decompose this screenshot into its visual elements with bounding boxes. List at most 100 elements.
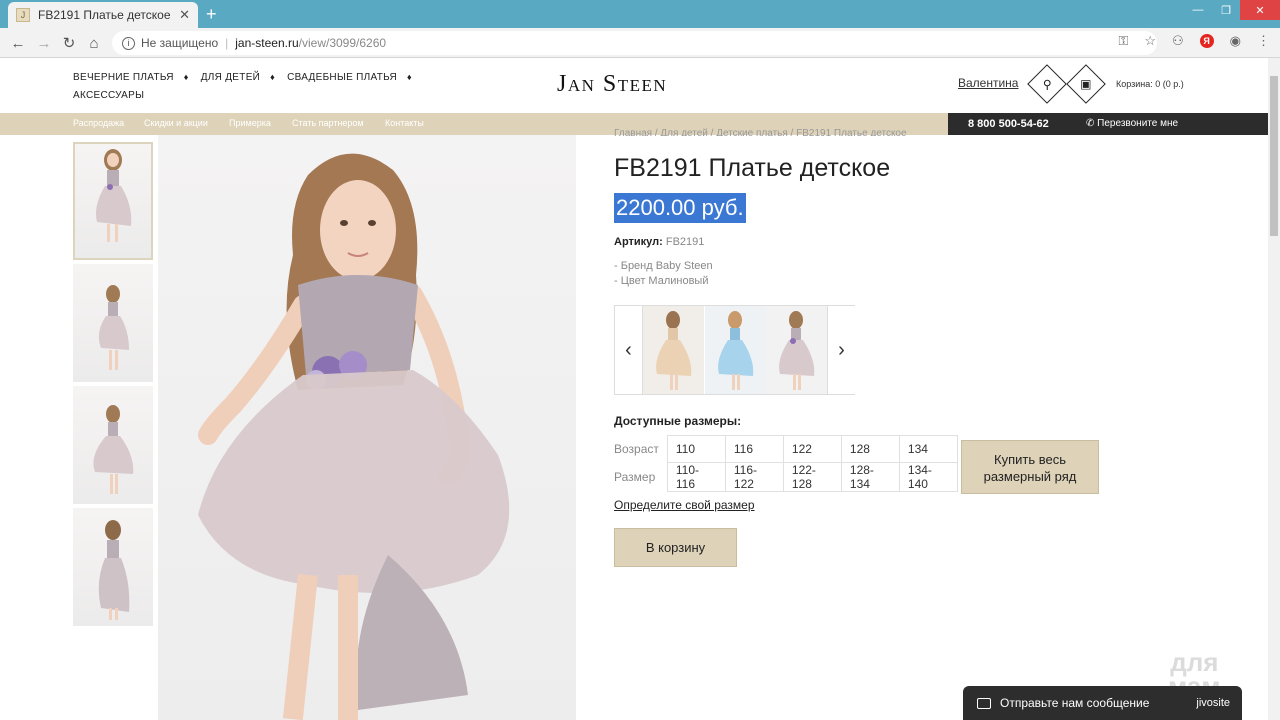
- bag-icon: ▣: [1080, 77, 1092, 91]
- size-cell[interactable]: 116-122: [724, 462, 784, 492]
- article-label: Артикул:: [614, 236, 663, 248]
- page-scrollbar[interactable]: [1268, 58, 1280, 720]
- age-cell[interactable]: 128: [840, 435, 900, 463]
- grey-dress-photo: [779, 311, 815, 390]
- browser-tab-bar: J FB2191 Платье детское Малино ✕ + — ❐ ✕: [0, 0, 1280, 28]
- subnav-fitting[interactable]: Примерка: [229, 118, 271, 128]
- user-account-link[interactable]: Валентина: [958, 76, 1018, 90]
- yandex-icon[interactable]: Я: [1199, 34, 1214, 48]
- scrollbar-thumb[interactable]: [1270, 76, 1278, 236]
- find-size-link[interactable]: Определите свой размер: [614, 498, 755, 512]
- security-label: Не защищено: [141, 36, 219, 50]
- age-cell[interactable]: 116: [724, 435, 784, 463]
- size-cell[interactable]: 110-116: [666, 462, 726, 492]
- subnav-discounts[interactable]: Скидки и акции: [144, 118, 208, 128]
- product-features: - Бренд Baby Steen - Цвет Малиновый: [614, 259, 713, 289]
- address-bar: ← → ↻ ⌂ i Не защищено | jan-steen.ru/vie…: [0, 28, 1280, 58]
- url-input[interactable]: i Не защищено | jan-steen.ru/view/3099/6…: [112, 31, 1157, 55]
- nav-kids[interactable]: Для детей: [201, 72, 260, 83]
- buy-all-sizes-button[interactable]: Купить весь размерный ряд: [961, 440, 1099, 494]
- blue-dress-photo: [718, 311, 754, 390]
- add-to-cart-button[interactable]: В корзину: [614, 528, 737, 567]
- site-header: Вечерние платья ♦ Для детей ♦ Свадебные плат…: [0, 58, 1268, 113]
- girl-in-dress-image: [198, 153, 510, 720]
- extension-icon[interactable]: ⚇: [1172, 33, 1184, 49]
- restore-icon[interactable]: ❐: [1212, 0, 1240, 20]
- product-price: 2200.00 руб.: [614, 193, 746, 223]
- variant-blue[interactable]: [705, 306, 766, 394]
- age-row: Возраст 110 116 122 128 134: [614, 435, 958, 463]
- beige-dress-photo: [656, 311, 692, 390]
- forward-arrow-icon[interactable]: →: [34, 33, 54, 53]
- main-nav: Вечерние платья ♦ Для детей ♦ Свадебные плат…: [73, 72, 412, 101]
- chat-widget[interactable]: Отправьте нам сообщение jivosite: [963, 686, 1242, 720]
- search-icon: ⚲: [1042, 76, 1052, 91]
- product-title: FB2191 Платье детское: [614, 154, 891, 182]
- extension-icons: ⚿ ☆ ⚇ Я ◉ ⋮: [1118, 33, 1280, 49]
- girl-dress-photo: [96, 149, 132, 242]
- subnav-sale[interactable]: Распродажа: [73, 118, 124, 128]
- age-label: Возраст: [614, 442, 659, 456]
- article-row: Артикул: FB2191: [614, 236, 704, 248]
- minimize-icon[interactable]: —: [1184, 0, 1212, 20]
- thumbnail-2[interactable]: [73, 264, 153, 382]
- window-close-icon[interactable]: ✕: [1240, 0, 1280, 20]
- browser-tab[interactable]: J FB2191 Платье детское Малино ✕: [8, 2, 198, 28]
- chat-brand: jivosite: [1196, 697, 1230, 709]
- cart-summary[interactable]: Корзина: 0 (0 р.): [1116, 79, 1184, 89]
- menu-icon[interactable]: ⋮: [1257, 33, 1270, 49]
- color-variants-carousel: ‹ ›: [614, 305, 855, 395]
- star-icon[interactable]: ☆: [1144, 33, 1156, 49]
- window-controls: — ❐ ✕: [1184, 0, 1280, 20]
- available-sizes-title: Доступные размеры:: [614, 414, 742, 428]
- chevron-right-icon[interactable]: ›: [827, 306, 855, 394]
- callback-label: Перезвоните мне: [1097, 118, 1179, 129]
- tab-title: FB2191 Платье детское Малино: [38, 8, 173, 22]
- size-cell[interactable]: 122-128: [782, 462, 842, 492]
- cart-button[interactable]: ▣: [1066, 64, 1106, 104]
- nav-wedding-dresses[interactable]: Свадебные платья: [287, 72, 397, 83]
- subnav-contacts[interactable]: Контакты: [385, 118, 424, 128]
- search-button[interactable]: ⚲: [1027, 64, 1067, 104]
- size-cell[interactable]: 128-134: [840, 462, 900, 492]
- product-main-photo[interactable]: [158, 135, 576, 720]
- thumbnail-1[interactable]: [73, 142, 153, 260]
- profile-icon[interactable]: ◉: [1230, 33, 1241, 49]
- back-arrow-icon[interactable]: ←: [8, 33, 28, 53]
- site-logo[interactable]: Jan Steen: [557, 71, 667, 98]
- age-cell[interactable]: 122: [782, 435, 842, 463]
- breadcrumb[interactable]: Главная / Для детей / Детские платья / F…: [614, 128, 907, 136]
- home-icon[interactable]: ⌂: [84, 33, 104, 53]
- info-icon[interactable]: i: [122, 36, 135, 50]
- key-icon[interactable]: ⚿: [1118, 33, 1128, 49]
- chat-text: Отправьте нам сообщение: [1000, 696, 1150, 710]
- phone-number[interactable]: 8 800 500-54-62: [968, 118, 1049, 130]
- phone-icon: ✆: [1086, 118, 1095, 129]
- variant-grey[interactable]: [766, 306, 827, 394]
- chevron-left-icon[interactable]: ‹: [615, 306, 643, 394]
- girl-dress-photo: [98, 285, 129, 370]
- age-cell[interactable]: 110: [666, 435, 726, 463]
- nav-evening-dresses[interactable]: Вечерние платья: [73, 72, 174, 83]
- girl-dress-back-photo: [98, 520, 130, 620]
- article-value: FB2191: [665, 236, 705, 248]
- nav-accessories[interactable]: Аксессуары: [73, 90, 144, 101]
- product-thumbnails: [73, 142, 155, 630]
- close-tab-icon[interactable]: ✕: [179, 7, 190, 23]
- callback-button[interactable]: ✆ Перезвоните мне: [1086, 118, 1178, 129]
- subnav-partner[interactable]: Стать партнером: [292, 118, 364, 128]
- reload-icon[interactable]: ↻: [59, 33, 79, 53]
- feature-brand: - Бренд Baby Steen: [614, 260, 713, 272]
- favicon-icon: J: [16, 8, 30, 22]
- thumbnail-3[interactable]: [73, 386, 153, 504]
- age-cell[interactable]: 134: [898, 435, 958, 463]
- variant-beige[interactable]: [643, 306, 704, 394]
- phone-bar: 8 800 500-54-62 ✆ Перезвоните мне: [948, 113, 1268, 135]
- feature-color: - Цвет Малиновый: [614, 275, 709, 287]
- url-path: /view/3099/6260: [298, 36, 387, 50]
- size-cell[interactable]: 134-140: [898, 462, 958, 492]
- new-tab-icon[interactable]: +: [206, 4, 217, 25]
- size-row: Размер 110-116 116-122 122-128 128-134 1…: [614, 462, 958, 492]
- thumbnail-4[interactable]: [73, 508, 153, 626]
- girl-dress-photo: [93, 405, 134, 494]
